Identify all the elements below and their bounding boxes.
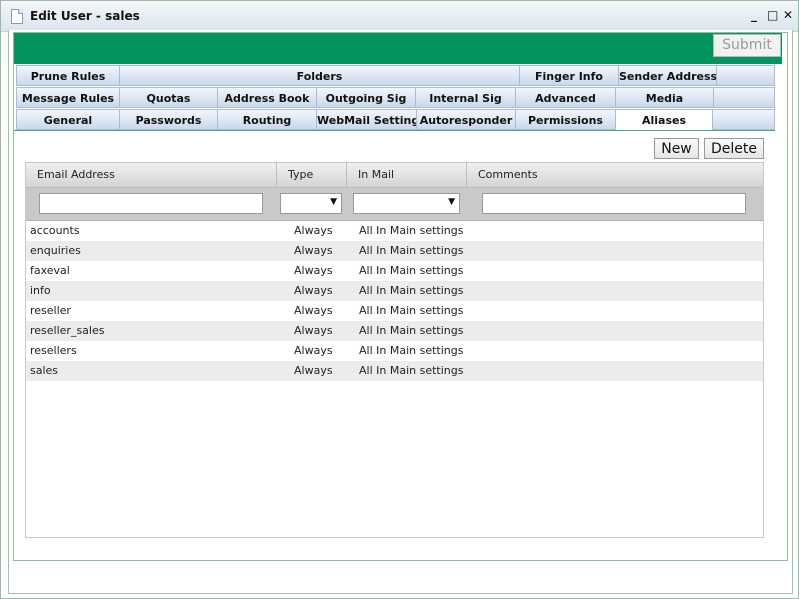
in-mail-cell: All In Main settings	[359, 344, 464, 357]
tab-address-book[interactable]: Address Book	[218, 87, 317, 108]
document-icon	[11, 9, 23, 24]
table-row[interactable]: reseller_sales Always All In Main settings	[26, 321, 763, 341]
tab-advanced[interactable]: Advanced	[516, 87, 616, 108]
tab-passwords[interactable]: Passwords	[120, 109, 218, 130]
submit-button[interactable]: Submit	[713, 34, 781, 57]
title-bar[interactable]: Edit User - sales _ □ ✕	[1, 1, 798, 32]
table-row[interactable]: faxeval Always All In Main settings	[26, 261, 763, 281]
in-mail-cell: All In Main settings	[359, 264, 464, 277]
email-cell: sales	[30, 364, 59, 377]
new-button[interactable]: New	[654, 138, 699, 159]
column-header-email[interactable]: Email Address	[26, 163, 277, 187]
type-cell: Always	[294, 304, 333, 317]
tab-autoresponder[interactable]: Autoresponder	[417, 109, 516, 130]
grid-body: accounts Always All In Main settings enquir…	[26, 221, 763, 381]
tab-folders[interactable]: Folders	[120, 65, 520, 86]
in-mail-cell: All In Main settings	[359, 244, 464, 257]
tab-outgoing-sig[interactable]: Outgoing Sig	[317, 87, 416, 108]
tab-internal-sig[interactable]: Internal Sig	[416, 87, 516, 108]
tab-message-rules[interactable]: Message Rules	[16, 87, 120, 108]
tab-finger-info[interactable]: Finger Info	[520, 65, 619, 86]
comments-filter-input[interactable]	[482, 193, 746, 214]
tab-permissions[interactable]: Permissions	[516, 109, 616, 130]
toolbar	[14, 33, 782, 64]
tab-general[interactable]: General	[16, 109, 120, 130]
email-cell: reseller_sales	[30, 324, 105, 337]
table-row[interactable]: accounts Always All In Main settings	[26, 221, 763, 241]
tab-webmail-settings[interactable]: WebMail Settings	[317, 109, 417, 130]
email-cell: faxeval	[30, 264, 70, 277]
column-header-in-mail[interactable]: In Mail	[347, 163, 467, 187]
type-filter-select[interactable]: ▼	[280, 193, 342, 214]
tab-divider	[14, 130, 775, 131]
column-header-type[interactable]: Type	[277, 163, 347, 187]
delete-button[interactable]: Delete	[704, 138, 764, 159]
type-cell: Always	[294, 264, 333, 277]
table-row[interactable]: reseller Always All In Main settings	[26, 301, 763, 321]
type-cell: Always	[294, 244, 333, 257]
in-mail-filter-select[interactable]: ▼	[353, 193, 460, 214]
tab-routing[interactable]: Routing	[218, 109, 317, 130]
filter-row: ▼ ▼	[26, 188, 763, 221]
email-cell: enquiries	[30, 244, 81, 257]
tab-quotas[interactable]: Quotas	[120, 87, 218, 108]
type-cell: Always	[294, 224, 333, 237]
column-header-comments[interactable]: Comments	[467, 163, 763, 187]
email-cell: reseller	[30, 304, 71, 317]
type-cell: Always	[294, 344, 333, 357]
type-cell: Always	[294, 324, 333, 337]
close-icon[interactable]: ✕	[783, 8, 793, 22]
in-mail-cell: All In Main settings	[359, 284, 464, 297]
table-row[interactable]: resellers Always All In Main settings	[26, 341, 763, 361]
maximize-icon[interactable]: □	[767, 8, 778, 22]
tab-prune-rules[interactable]: Prune Rules	[16, 65, 120, 86]
chevron-down-icon: ▼	[448, 197, 455, 207]
in-mail-cell: All In Main settings	[359, 224, 464, 237]
in-mail-cell: All In Main settings	[359, 324, 464, 337]
chevron-down-icon: ▼	[330, 197, 337, 207]
tab-filler	[714, 87, 775, 108]
in-mail-cell: All In Main settings	[359, 364, 464, 377]
table-row[interactable]: sales Always All In Main settings	[26, 361, 763, 381]
tab-media[interactable]: Media	[616, 87, 714, 108]
table-row[interactable]: info Always All In Main settings	[26, 281, 763, 301]
type-cell: Always	[294, 364, 333, 377]
tab-aliases[interactable]: Aliases	[616, 109, 713, 131]
email-cell: resellers	[30, 344, 77, 357]
window-title: Edit User - sales	[30, 9, 140, 23]
tab-sender-address[interactable]: Sender Address	[619, 65, 717, 86]
table-row[interactable]: enquiries Always All In Main settings	[26, 241, 763, 261]
in-mail-cell: All In Main settings	[359, 304, 464, 317]
email-cell: info	[30, 284, 51, 297]
email-filter-input[interactable]	[39, 193, 263, 214]
tab-filler	[713, 109, 775, 130]
tab-filler	[717, 65, 775, 86]
email-cell: accounts	[30, 224, 80, 237]
grid-header: Email Address Type In Mail Comments	[26, 163, 763, 188]
minimize-icon[interactable]: _	[751, 8, 757, 22]
aliases-grid: Email Address Type In Mail Comments ▼ ▼ …	[25, 162, 764, 538]
type-cell: Always	[294, 284, 333, 297]
